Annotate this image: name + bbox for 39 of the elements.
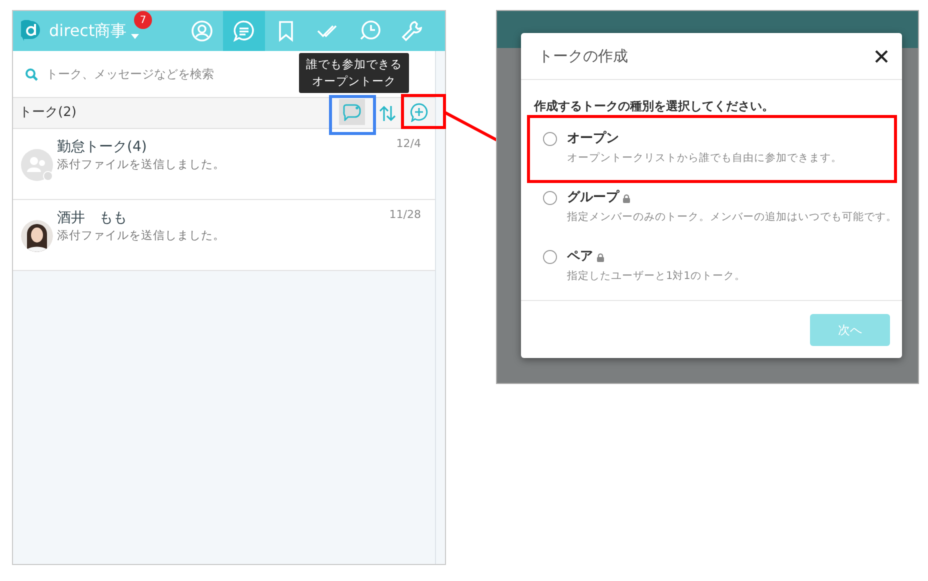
caret-icon[interactable] (130, 34, 139, 40)
plus-bubble-icon (410, 102, 428, 122)
radio-button[interactable] (543, 132, 557, 146)
group-avatar-icon (21, 149, 53, 181)
person-circle-icon (191, 20, 213, 42)
radio-button[interactable] (543, 250, 557, 264)
logo-icon (21, 20, 41, 42)
dialog-prompt: 作成するトークの種別を選択してください。 (534, 98, 775, 115)
open-talk-button[interactable] (339, 99, 365, 125)
notification-badge: 7 (134, 11, 152, 29)
chat-bubble-icon (343, 104, 361, 120)
talk-date: 12/4 (396, 136, 421, 152)
nav-tab[interactable] (223, 11, 265, 51)
option-description: 指定したユーザーと1対1のトーク。 (567, 269, 746, 284)
highlight-frame (329, 95, 376, 135)
option-label: ペア (567, 249, 593, 265)
message-preview: 添付ファイルを送信しました。 (57, 227, 225, 244)
message-preview: 添付ファイルを送信しました。 (57, 156, 225, 173)
wrench-icon (401, 20, 423, 42)
talk-item[interactable]: 酒井 もも 添付ファイルを送信しました。 11/28 (13, 200, 435, 271)
option-row[interactable]: ペア 指定したユーザーと1対1のトーク。 (534, 241, 889, 300)
section-title: トーク(2) (19, 104, 76, 122)
talk-name: 勤怠トーク(4) (57, 139, 148, 156)
dialog-title: トークの作成 (538, 46, 628, 67)
search-icon (25, 68, 38, 80)
sort-icon (378, 104, 396, 122)
talk-name: 酒井 もも (57, 210, 128, 227)
talk-date: 11/28 (389, 207, 421, 223)
add-talk-button[interactable] (408, 101, 430, 123)
option-label: オープン (567, 131, 619, 147)
option-row[interactable]: オープン オープントークリストから誰でも自由に参加できます。 (534, 123, 889, 182)
option-label: グループ (567, 190, 619, 206)
radio-button[interactable] (543, 191, 557, 205)
highlight-frame (401, 94, 446, 129)
talk-item[interactable]: 勤怠トーク(4) 添付ファイルを送信しました。 12/4 (13, 129, 435, 200)
clock-bubble-icon (359, 20, 381, 42)
chat-bubble-icon (233, 20, 255, 42)
option-description: オープントークリストから誰でも自由に参加できます。 (567, 151, 842, 166)
close-icon[interactable] (875, 50, 888, 62)
